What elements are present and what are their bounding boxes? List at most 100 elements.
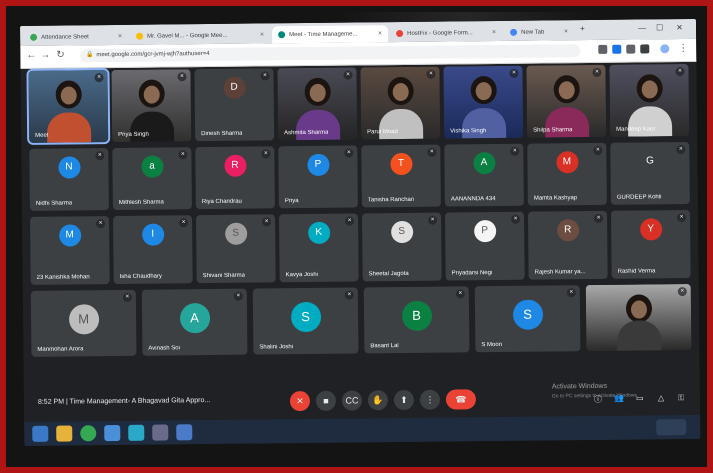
participant-tile[interactable]: B ✕ Basant Lal: [363, 286, 470, 354]
close-tab-icon[interactable]: ×: [489, 29, 496, 36]
browser-tab-active[interactable]: Meet - Time Manageme... ×: [272, 25, 389, 44]
extension-icon[interactable]: [626, 44, 636, 54]
participant-name: Rajesh Kumar ya...: [534, 269, 586, 276]
close-tab-icon[interactable]: ×: [375, 30, 382, 37]
avatar: K: [307, 221, 330, 244]
profile-photo: P: [473, 220, 496, 243]
person-face: [392, 82, 409, 102]
participant-tile[interactable]: N ✕ Nidhi Sharma: [29, 148, 109, 211]
participant-tile[interactable]: S ✕ Sheetal Jagota: [361, 212, 442, 282]
mic-muted-icon: ✕: [676, 145, 686, 155]
maximize-icon[interactable]: ☐: [656, 23, 663, 32]
participant-tile[interactable]: ✕ Meet: [26, 68, 111, 145]
present-icon[interactable]: ⬆: [393, 389, 415, 411]
end-call-icon[interactable]: ☎: [445, 389, 477, 410]
participant-name: Meet: [35, 132, 49, 139]
new-tab-icon[interactable]: +: [580, 24, 585, 33]
participant-name: Nidhi Sharma: [35, 200, 73, 207]
avatar: a: [140, 155, 164, 178]
participant-tile[interactable]: D ✕ Dinesh Sharma: [194, 68, 275, 142]
taskbar-app-icon[interactable]: [176, 424, 193, 441]
participant-tile[interactable]: A ✕ AANANNDA 434: [444, 143, 524, 207]
chat-icon[interactable]: ▭: [636, 393, 644, 402]
participant-tile[interactable]: ✕ Shilpa Sharma: [526, 64, 607, 138]
close-window-icon[interactable]: ✕: [676, 23, 683, 32]
browser-tab[interactable]: Attendance Sheet ×: [24, 28, 128, 46]
extension-icon[interactable]: [598, 44, 608, 54]
person-face: [641, 80, 658, 99]
meeting-info: 8:52 PM | Time Management- A Bhagavad Gi…: [38, 397, 210, 406]
participant-tile[interactable]: K ✕ Kavya Joshi: [278, 213, 359, 283]
taskbar-app-icon[interactable]: [128, 424, 145, 441]
tab-favicon-icon: [510, 28, 518, 36]
mic-muted-icon: ✕: [177, 72, 187, 82]
participant-tile[interactable]: M ✕ Manmohan Arora: [30, 289, 137, 357]
participant-tile[interactable]: ✕ Priya Singh: [111, 69, 192, 143]
start-icon[interactable]: [32, 425, 49, 442]
participant-name: Shilpa Sharma: [533, 127, 573, 134]
captions-icon[interactable]: CC: [341, 390, 363, 411]
participant-tile[interactable]: ✕: [585, 283, 692, 352]
participant-tile[interactable]: R ✕ Riya Chandrau: [195, 146, 275, 210]
participant-tile[interactable]: I ✕ Isha Chaudhary: [112, 215, 193, 285]
participant-tile[interactable]: ✕ Parul Moad: [360, 66, 441, 140]
participant-tile[interactable]: G ✕ GURDEEP Kohli: [610, 141, 690, 205]
profile-avatar[interactable]: [660, 44, 670, 54]
lock-meeting-icon[interactable]: ⚿: [678, 393, 684, 403]
back-icon[interactable]: ←: [26, 50, 36, 61]
participant-tile[interactable]: S ✕ Shivani Sharma: [195, 214, 276, 284]
url-input[interactable]: 🔒 meet.google.com/gcr-jvmj-wjh?authuser=…: [80, 44, 581, 63]
participant-tile[interactable]: a ✕ Mithlesh Sharma: [112, 147, 192, 211]
tab-label: New Tab: [521, 29, 545, 36]
mic-muted-icon: ✕: [594, 213, 604, 223]
activate-windows-watermark: Activate Windows: [551, 382, 608, 391]
camera-icon[interactable]: ■: [315, 390, 337, 411]
participant-tile[interactable]: M ✕ Mamta Kashyap: [527, 142, 607, 206]
participant-tile[interactable]: S ✕ S Moon: [474, 285, 581, 353]
participant-tile[interactable]: Y ✕ Rashid Verma: [610, 209, 691, 279]
browser-tab[interactable]: New Tab ×: [504, 23, 574, 41]
taskbar-app-icon[interactable]: [152, 424, 169, 441]
mic-off-icon[interactable]: ✕: [289, 390, 311, 412]
tab-label: Meet - Time Manageme...: [289, 30, 358, 38]
more-options-icon[interactable]: ⋮: [419, 389, 441, 410]
browser-tab[interactable]: Mr. Gavel M... - Google Mee... ×: [130, 26, 270, 44]
system-tray-icon[interactable]: [656, 419, 687, 436]
mic-muted-icon: ✕: [427, 147, 437, 157]
participant-name: Sheetal Jagota: [368, 270, 409, 278]
extension-icon[interactable]: [612, 44, 622, 54]
participant-tile[interactable]: T ✕ Tanisha Ranchan: [361, 144, 441, 208]
minimize-icon[interactable]: —: [638, 23, 646, 32]
mic-muted-icon: ✕: [511, 214, 521, 224]
close-tab-icon[interactable]: ×: [115, 33, 122, 40]
participant-tile[interactable]: ✕ Ashmita Sharma: [277, 67, 358, 141]
participant-tile[interactable]: ✕ Vishika Singh: [443, 65, 524, 139]
people-icon[interactable]: 👥: [614, 394, 624, 403]
participant-name: Avinash Soi: [148, 345, 180, 352]
browser-menu-icon[interactable]: ⋮: [678, 43, 688, 54]
forward-icon[interactable]: →: [40, 50, 50, 61]
reload-icon[interactable]: ↻: [56, 50, 65, 61]
participant-tile[interactable]: ✕ Mandeep Kaur: [609, 64, 690, 137]
close-tab-icon[interactable]: ×: [257, 31, 264, 38]
store-icon[interactable]: [104, 424, 121, 442]
person-face: [475, 82, 492, 101]
participant-tile[interactable]: P ✕ Priyadarsi Negi: [444, 211, 525, 281]
mic-muted-icon: ✕: [344, 148, 354, 158]
raise-hand-icon[interactable]: ✋: [367, 390, 389, 411]
profile-photo: M: [68, 304, 99, 335]
mic-muted-icon: ✕: [96, 219, 106, 229]
extension-icon[interactable]: [640, 44, 650, 54]
browser-tab[interactable]: HostFix - Google Form... ×: [390, 24, 502, 42]
participant-tile[interactable]: S ✕ Shalini Joshi: [252, 287, 359, 355]
file-explorer-icon[interactable]: [56, 425, 73, 442]
participant-tile[interactable]: M ✕ 23 Kanishka Mohan: [29, 216, 110, 285]
close-tab-icon[interactable]: ×: [561, 28, 568, 35]
participant-tile[interactable]: R ✕ Rajesh Kumar ya...: [527, 210, 608, 280]
person-face: [60, 86, 77, 105]
activities-icon[interactable]: △: [658, 393, 664, 402]
info-icon[interactable]: ⓘ: [594, 394, 602, 405]
participant-tile[interactable]: P ✕ Priya: [278, 145, 358, 209]
chrome-icon[interactable]: [80, 425, 97, 442]
participant-tile[interactable]: A ✕ Avinash Soi: [141, 288, 248, 356]
